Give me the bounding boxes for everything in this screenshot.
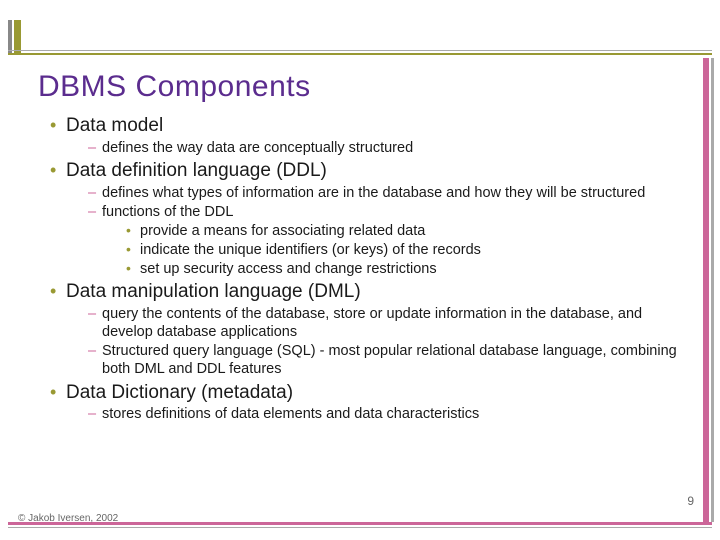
bullet-ddl: Data definition language (DDL)	[50, 159, 692, 183]
sub-sub-bullet: set up security access and change restri…	[126, 260, 692, 278]
sub-bullet: Structured query language (SQL) - most p…	[88, 342, 692, 378]
sub-bullet: stores definitions of data elements and …	[88, 405, 692, 423]
sub-bullet: defines the way data are conceptually st…	[88, 139, 692, 157]
slide-content: Data model defines the way data are conc…	[50, 112, 692, 423]
sub-bullet: defines what types of information are in…	[88, 184, 692, 202]
bullet-data-dictionary: Data Dictionary (metadata)	[50, 381, 692, 405]
slide-title: DBMS Components	[38, 70, 311, 104]
sub-bullet: functions of the DDL	[88, 203, 692, 221]
right-rule	[700, 58, 714, 522]
sub-sub-bullet: provide a means for associating related …	[126, 222, 692, 240]
page-number: 9	[687, 494, 694, 508]
top-rule	[8, 20, 712, 56]
copyright-text: © Jakob Iversen, 2002	[18, 513, 118, 524]
bullet-data-model: Data model	[50, 114, 692, 138]
bullet-dml: Data manipulation language (DML)	[50, 280, 692, 304]
sub-sub-bullet: indicate the unique identifiers (or keys…	[126, 241, 692, 259]
sub-bullet: query the contents of the database, stor…	[88, 305, 692, 341]
